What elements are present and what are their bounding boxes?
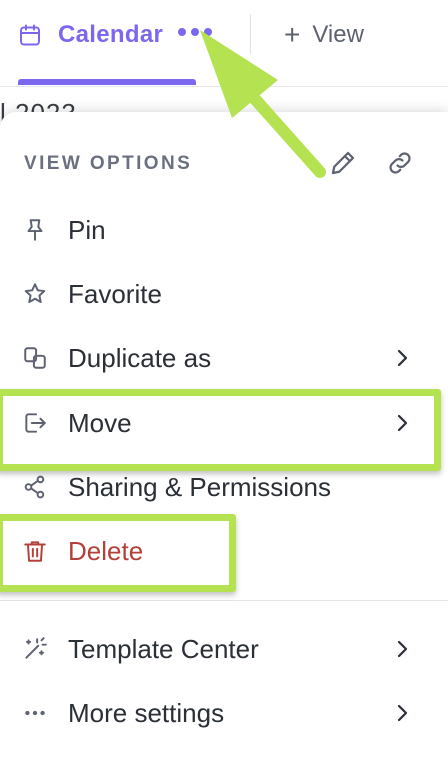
menu-item-favorite[interactable]: Favorite: [0, 266, 448, 322]
menu-item-label: Duplicate as: [68, 342, 212, 373]
menu-item-label: More settings: [68, 697, 225, 728]
pin-icon: [20, 215, 50, 245]
magic-wand-icon: [20, 634, 50, 664]
duplicate-icon: [20, 343, 50, 373]
chevron-right-icon: [397, 349, 408, 367]
menu-item-more-settings[interactable]: More settings: [0, 685, 448, 741]
menu-divider: [0, 600, 448, 601]
menu-item-label: Template Center: [68, 633, 259, 664]
menu-item-label: Pin: [68, 214, 106, 245]
share-icon: [20, 472, 50, 502]
chevron-right-icon: [397, 704, 408, 722]
annotation-highlight-delete: [0, 514, 236, 592]
menu-item-label: Sharing & Permissions: [68, 471, 331, 502]
annotation-highlight-move: [0, 389, 441, 471]
menu-item-template-center[interactable]: Template Center: [0, 621, 448, 677]
menu-item-pin[interactable]: Pin: [0, 202, 448, 258]
chevron-right-icon: [397, 640, 408, 658]
menu-item-label: Favorite: [68, 278, 162, 309]
more-dots-icon: [20, 698, 50, 728]
annotation-arrow-icon: [200, 30, 326, 178]
star-icon: [20, 279, 50, 309]
menu-item-duplicate-as[interactable]: Duplicate as: [0, 330, 448, 386]
